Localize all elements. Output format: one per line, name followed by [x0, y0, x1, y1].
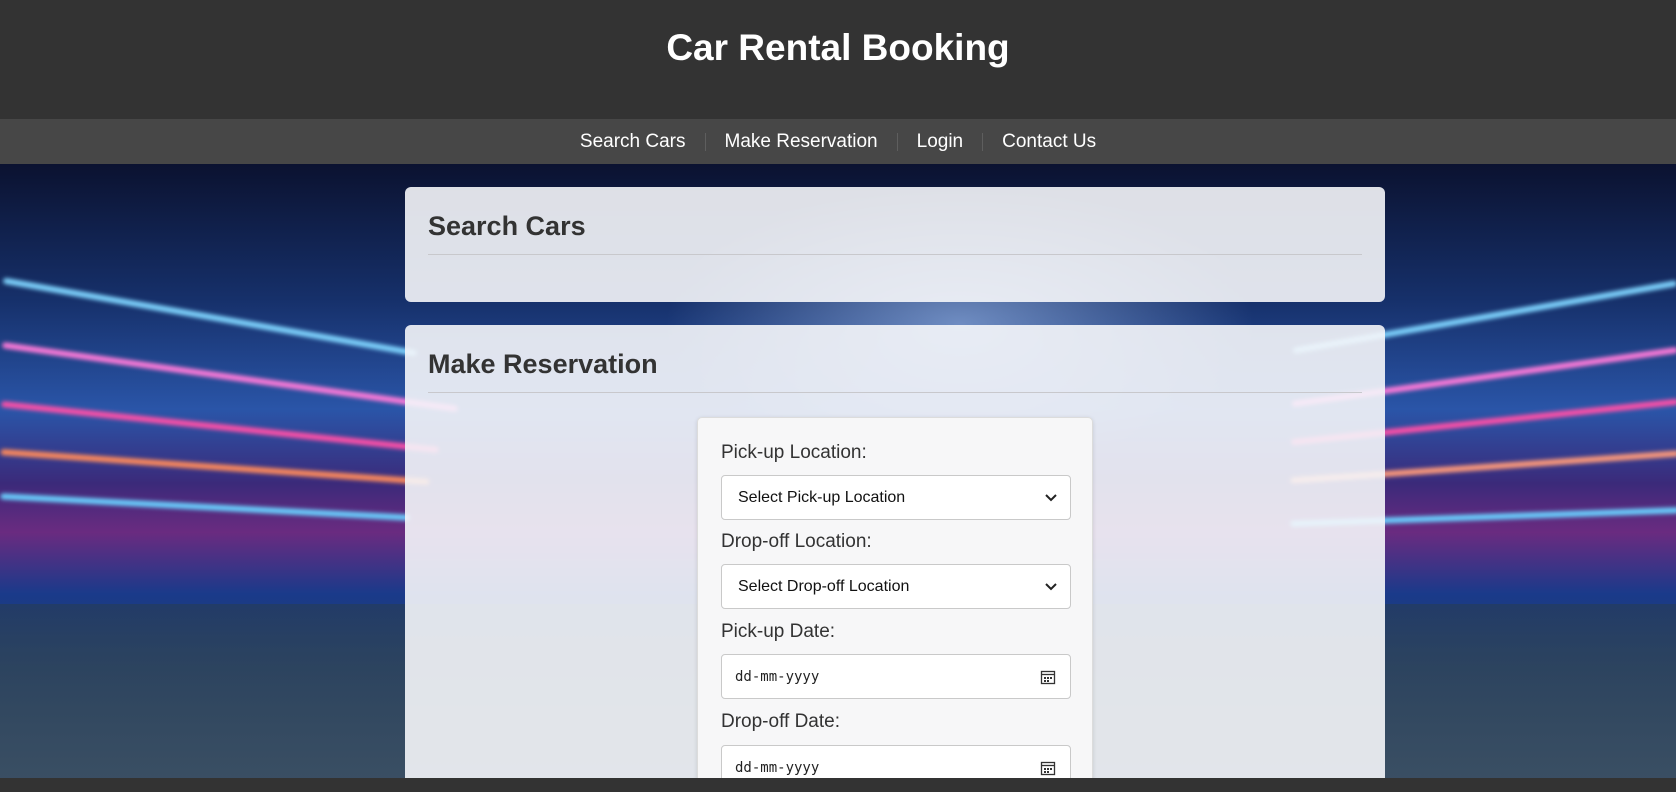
- light-streak: [1, 342, 459, 412]
- dropoff-location-label: Drop-off Location:: [721, 531, 872, 552]
- footer-bar: [0, 778, 1676, 792]
- calendar-icon[interactable]: [1040, 760, 1056, 776]
- chevron-down-icon: [1045, 494, 1057, 502]
- pickup-location-select[interactable]: Select Pick-up Location: [721, 475, 1071, 520]
- search-cars-section: Search Cars: [405, 187, 1385, 302]
- nav-link-login[interactable]: Login: [898, 131, 983, 153]
- pickup-date-input[interactable]: dd-mm-yyyy: [721, 654, 1071, 699]
- nav-link-make-reservation[interactable]: Make Reservation: [706, 131, 897, 153]
- nav-link-contact-us[interactable]: Contact Us: [983, 131, 1115, 153]
- section-divider: [428, 392, 1362, 393]
- page-title: Car Rental Booking: [666, 27, 1010, 68]
- section-divider: [428, 254, 1362, 255]
- section-title: Search Cars: [428, 211, 586, 241]
- main-nav: Search Cars Make Reservation Login Conta…: [0, 119, 1676, 164]
- pickup-date-label: Pick-up Date:: [721, 621, 836, 642]
- light-streak: [0, 401, 440, 453]
- dropoff-date-label: Drop-off Date:: [721, 711, 840, 732]
- dropoff-date-placeholder: dd-mm-yyyy: [735, 760, 820, 776]
- pickup-date-placeholder: dd-mm-yyyy: [735, 669, 820, 685]
- site-header: Car Rental Booking: [0, 0, 1676, 119]
- light-streak: [2, 277, 418, 357]
- chevron-down-icon: [1045, 583, 1057, 591]
- calendar-icon[interactable]: [1040, 669, 1056, 685]
- dropoff-location-value: Select Drop-off Location: [738, 578, 910, 595]
- pickup-location-value: Select Pick-up Location: [738, 489, 906, 506]
- dropoff-location-select[interactable]: Select Drop-off Location: [721, 564, 1071, 609]
- reservation-form: Pick-up Location: Select Pick-up Locatio…: [697, 417, 1093, 792]
- light-streak: [0, 493, 410, 521]
- light-streak: [0, 449, 430, 485]
- nav-link-search-cars[interactable]: Search Cars: [561, 131, 705, 153]
- section-title: Make Reservation: [428, 349, 658, 379]
- pickup-location-label: Pick-up Location:: [721, 442, 867, 463]
